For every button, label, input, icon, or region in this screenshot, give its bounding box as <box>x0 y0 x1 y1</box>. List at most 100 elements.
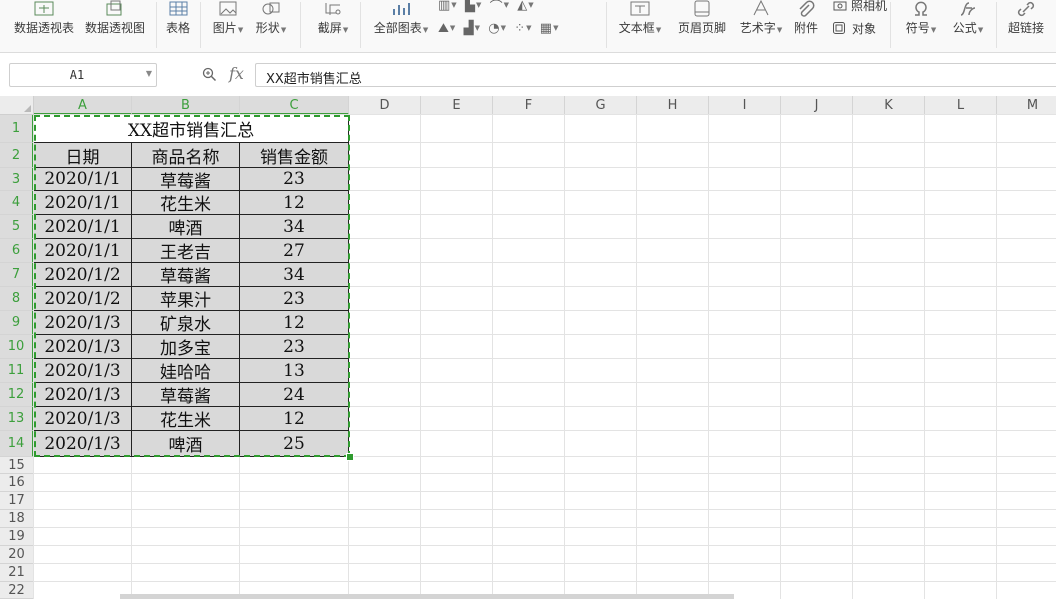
table-cell[interactable]: 2020/1/3 <box>34 383 132 407</box>
row-header-9[interactable]: 9 <box>0 311 34 335</box>
horizontal-scrollbar[interactable] <box>120 594 734 599</box>
column-header-d[interactable]: D <box>349 96 421 115</box>
row-header-1[interactable]: 1 <box>0 115 34 143</box>
table-cell[interactable]: 24 <box>240 383 349 407</box>
column-header-j[interactable]: J <box>781 96 853 115</box>
table-cell[interactable]: 加多宝 <box>132 335 240 359</box>
ribbon-button-textbox[interactable]: 文本框▼ <box>619 0 661 48</box>
ribbon-button-hyperlink[interactable]: 超链接 <box>1008 0 1044 48</box>
ribbon-button-pivot-chart[interactable]: 数据透视图 <box>85 0 145 48</box>
row-header-14[interactable]: 14 <box>0 431 34 457</box>
table-cell[interactable]: 2020/1/3 <box>34 335 132 359</box>
row-header-4[interactable]: 4 <box>0 191 34 215</box>
ribbon-button-picture[interactable]: 图片▼ <box>213 0 243 48</box>
row-header-18[interactable]: 18 <box>0 510 34 528</box>
ribbon-button-pivot-table[interactable]: 数据透视表 <box>14 0 74 48</box>
table-cell[interactable]: 2020/1/2 <box>34 263 132 287</box>
column-header-e[interactable]: E <box>421 96 493 115</box>
chevron-down-icon[interactable]: ▼ <box>146 69 152 78</box>
table-cell[interactable]: 草莓酱 <box>132 383 240 407</box>
table-cell[interactable]: 啤酒 <box>132 215 240 239</box>
table-cell[interactable]: 2020/1/1 <box>34 215 132 239</box>
row-header-13[interactable]: 13 <box>0 407 34 431</box>
table-cell[interactable]: 苹果汁 <box>132 287 240 311</box>
table-cell[interactable]: 23 <box>240 287 349 311</box>
table-cell[interactable]: 花生米 <box>132 407 240 431</box>
table-cell[interactable]: 啤酒 <box>132 431 240 457</box>
table-cell[interactable]: 27 <box>240 239 349 263</box>
row-header-2[interactable]: 2 <box>0 143 34 168</box>
row-header-19[interactable]: 19 <box>0 528 34 546</box>
camera-button[interactable]: 照相机 <box>833 0 887 16</box>
row-header-8[interactable]: 8 <box>0 287 34 311</box>
fill-handle[interactable] <box>346 453 354 461</box>
table-cell[interactable]: 王老吉 <box>132 239 240 263</box>
column-header-h[interactable]: H <box>637 96 709 115</box>
column-header-l[interactable]: L <box>925 96 997 115</box>
ribbon-button-header-footer[interactable]: 页眉页脚 <box>678 0 726 48</box>
column-header-m[interactable]: M <box>997 96 1056 115</box>
table-cell[interactable]: 2020/1/1 <box>34 239 132 263</box>
row-header-17[interactable]: 17 <box>0 492 34 510</box>
table-cell[interactable]: 2020/1/2 <box>34 287 132 311</box>
table-cell[interactable]: 34 <box>240 263 349 287</box>
object-button[interactable]: 对象 <box>832 17 876 39</box>
row-header-5[interactable]: 5 <box>0 215 34 239</box>
table-cell[interactable]: 2020/1/3 <box>34 431 132 457</box>
chart-type-icons-bottom[interactable]: ⛰ ▼ ▟ ▼ ◔ ▼ ⁘ ▼ ▦ ▼ <box>438 17 558 39</box>
table-cell[interactable]: 2020/1/3 <box>34 311 132 335</box>
ribbon-button-wordart[interactable]: 艺术字▼ <box>740 0 782 48</box>
sheet-title-cell[interactable]: XX超市销售汇总 <box>34 115 349 143</box>
table-cell[interactable]: 13 <box>240 359 349 383</box>
table-header-cell[interactable]: 商品名称 <box>132 143 240 168</box>
column-header-f[interactable]: F <box>493 96 565 115</box>
row-header-22[interactable]: 22 <box>0 582 34 599</box>
table-cell[interactable]: 23 <box>240 335 349 359</box>
ribbon-button-table[interactable]: 表格 <box>166 0 190 48</box>
column-header-i[interactable]: I <box>709 96 781 115</box>
ribbon-button-formula[interactable]: 公式▼ <box>953 0 983 48</box>
spreadsheet-grid[interactable]: ABCDEFGHIJKLM 1 2 3 4 5 6 7 8 9 10 11 12 13 14 15 16 17 1… <box>0 96 1056 599</box>
row-header-12[interactable]: 12 <box>0 383 34 407</box>
row-header-3[interactable]: 3 <box>0 168 34 191</box>
ribbon-button-attachment[interactable]: 附件 <box>794 0 818 48</box>
name-box[interactable]: A1 ▼ <box>9 63 157 87</box>
row-header-16[interactable]: 16 <box>0 474 34 492</box>
table-header-cell[interactable]: 日期 <box>34 143 132 168</box>
table-cell[interactable]: 矿泉水 <box>132 311 240 335</box>
row-header-6[interactable]: 6 <box>0 239 34 263</box>
column-header-k[interactable]: K <box>853 96 925 115</box>
column-header-a[interactable]: A <box>34 96 132 115</box>
table-cell[interactable]: 12 <box>240 407 349 431</box>
row-header-21[interactable]: 21 <box>0 564 34 582</box>
zoom-search-icon[interactable] <box>202 67 217 86</box>
ribbon-button-shape[interactable]: 形状▼ <box>256 0 286 48</box>
table-cell[interactable]: 花生米 <box>132 191 240 215</box>
chart-type-icons-top[interactable]: ▥ ▼ ▙ ▼ ⌒ ▼ ◭ ▼ <box>438 0 534 16</box>
column-header-b[interactable]: B <box>132 96 240 115</box>
row-header-7[interactable]: 7 <box>0 263 34 287</box>
table-cell[interactable]: 2020/1/1 <box>34 168 132 191</box>
table-cell[interactable]: 草莓酱 <box>132 168 240 192</box>
row-header-10[interactable]: 10 <box>0 335 34 359</box>
column-header-c[interactable]: C <box>240 96 349 115</box>
table-cell[interactable]: 12 <box>240 311 349 335</box>
row-header-20[interactable]: 20 <box>0 546 34 564</box>
table-cell[interactable]: 34 <box>240 215 349 239</box>
table-header-cell[interactable]: 销售金额 <box>240 143 349 168</box>
table-cell[interactable]: 25 <box>240 431 349 457</box>
ribbon-button-screenshot[interactable]: 截屏▼ <box>318 0 348 48</box>
ribbon-button-symbol[interactable]: 符号▼ <box>906 0 936 48</box>
formula-input[interactable]: XX超市销售汇总 <box>255 63 1056 87</box>
column-header-g[interactable]: G <box>565 96 637 115</box>
table-cell[interactable]: 2020/1/1 <box>34 191 132 215</box>
table-cell[interactable]: 草莓酱 <box>132 263 240 287</box>
table-cell[interactable]: 娃哈哈 <box>132 359 240 383</box>
table-cell[interactable]: 2020/1/3 <box>34 407 132 431</box>
table-cell[interactable]: 2020/1/3 <box>34 359 132 383</box>
row-header-15[interactable]: 15 <box>0 457 34 474</box>
row-header-11[interactable]: 11 <box>0 359 34 383</box>
select-all-corner[interactable] <box>0 96 34 115</box>
table-cell[interactable]: 12 <box>240 191 349 215</box>
ribbon-button-all-charts[interactable]: 全部图表▼ <box>374 0 428 48</box>
